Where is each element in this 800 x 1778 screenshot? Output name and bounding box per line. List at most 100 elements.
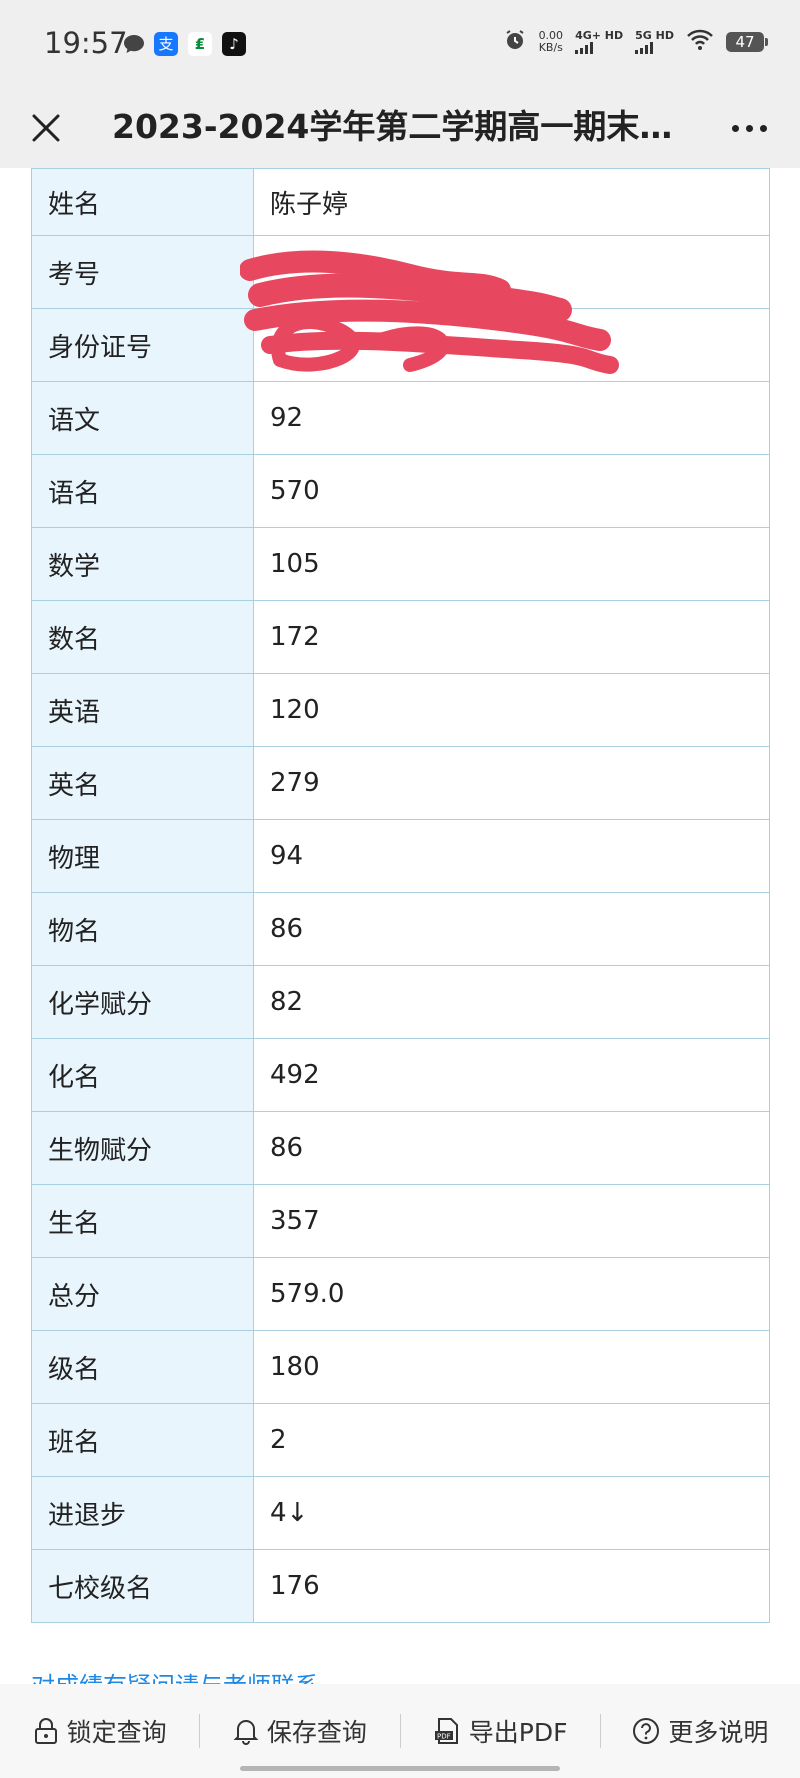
table-row: 物理 94: [31, 819, 770, 893]
status-right: 0.00 KB/s 4G+ HD 5G HD 47: [503, 28, 768, 56]
row-value: 86: [253, 1111, 770, 1185]
row-label: 生物赋分: [31, 1111, 254, 1185]
row-value: 579.0: [253, 1257, 770, 1331]
alipay-icon: 支: [154, 32, 178, 56]
row-value: 82: [253, 965, 770, 1039]
home-indicator[interactable]: [240, 1766, 560, 1771]
signal-bars-icon: [575, 42, 623, 54]
lock-icon: [34, 1718, 57, 1744]
close-button[interactable]: [24, 106, 68, 150]
signal-1-label: 4G+ HD: [575, 29, 624, 42]
row-label: 姓名: [31, 168, 254, 236]
row-value: 94: [253, 819, 770, 893]
bell-icon: [233, 1720, 259, 1745]
row-label: 数学: [31, 527, 254, 601]
battery-level: 47: [735, 33, 755, 51]
row-label: 身份证号: [31, 308, 254, 382]
row-value: 86: [253, 892, 770, 966]
table-row: 班名 2: [31, 1403, 770, 1477]
table-row: 身份证号: [31, 308, 770, 382]
table-row: 七校级名 176: [31, 1549, 770, 1623]
row-value: 陈子婷: [253, 168, 770, 236]
pdf-icon: PDF: [434, 1718, 458, 1744]
row-label: 英语: [31, 673, 254, 747]
save-query-label: 保存查询: [266, 1718, 367, 1747]
more-dot-icon: [760, 124, 767, 132]
row-value: 120: [253, 673, 770, 747]
table-row: 进退步 4↓: [31, 1476, 770, 1550]
signal-2-label: 5G HD: [635, 29, 674, 42]
row-label: 语名: [31, 454, 254, 528]
row-label: 总分: [31, 1257, 254, 1331]
row-label: 进退步: [31, 1476, 254, 1550]
table-row: 语文 92: [31, 381, 770, 455]
table-row: 英名 279: [31, 746, 770, 820]
table-row: 生名 357: [31, 1184, 770, 1258]
save-query-button[interactable]: 保存查询: [200, 1706, 399, 1756]
row-label: 七校级名: [31, 1549, 254, 1623]
status-bar: 19:57 支 ₤ ♪ 0.00 KB/s 4G+ HD 5G HD 47: [0, 0, 800, 88]
lock-query-button[interactable]: 锁定查询: [0, 1706, 199, 1756]
row-value: 105: [253, 527, 770, 601]
row-value: 92: [253, 381, 770, 455]
table-row: 姓名 陈子婷: [31, 168, 770, 236]
tiktok-icon: ♪: [222, 32, 246, 56]
table-row: 生物赋分 86: [31, 1111, 770, 1185]
table-row: 考号: [31, 235, 770, 309]
battery-icon: 47: [726, 32, 768, 52]
help-label: 更多说明: [668, 1718, 769, 1747]
lock-query-label: 锁定查询: [66, 1718, 167, 1747]
score-table: 姓名 陈子婷 考号 身份证号 语文 92 语名 570 数学 105 数名 172 英语 120 英名 279…: [31, 168, 770, 1623]
row-value: 570: [253, 454, 770, 528]
close-icon: [32, 114, 60, 142]
svg-text:PDF: PDF: [437, 1733, 451, 1741]
signal-1: 4G+ HD: [575, 30, 623, 54]
row-label: 物名: [31, 892, 254, 966]
table-row: 级名 180: [31, 1330, 770, 1404]
row-label: 化学赋分: [31, 965, 254, 1039]
export-pdf-button[interactable]: PDF 导出PDF: [401, 1706, 600, 1756]
message-icon: [122, 32, 146, 56]
more-options-button[interactable]: [732, 118, 772, 138]
signal-bars-icon: [635, 42, 674, 54]
status-time: 19:57: [44, 26, 128, 60]
net-speed-unit: KB/s: [538, 41, 563, 54]
table-row: 数学 105: [31, 527, 770, 601]
table-row: 英语 120: [31, 673, 770, 747]
row-value: 4↓: [253, 1476, 770, 1550]
row-value: [253, 235, 770, 309]
row-label: 级名: [31, 1330, 254, 1404]
row-value: 2: [253, 1403, 770, 1477]
row-label: 语文: [31, 381, 254, 455]
row-label: 物理: [31, 819, 254, 893]
row-value: 180: [253, 1330, 770, 1404]
bottom-toolbar: 锁定查询 保存查询 PDF 导出PDF 更多说明: [0, 1684, 800, 1778]
export-pdf-label: 导出PDF: [468, 1718, 568, 1747]
net-speed: 0.00 KB/s: [539, 30, 564, 54]
row-value: 357: [253, 1184, 770, 1258]
row-value: 172: [253, 600, 770, 674]
row-label: 考号: [31, 235, 254, 309]
table-row: 化学赋分 82: [31, 965, 770, 1039]
table-row: 数名 172: [31, 600, 770, 674]
table-row: 化名 492: [31, 1038, 770, 1112]
help-button[interactable]: 更多说明: [601, 1706, 800, 1756]
row-label: 数名: [31, 600, 254, 674]
row-label: 班名: [31, 1403, 254, 1477]
wifi-icon: [686, 29, 714, 55]
more-dot-icon: [746, 124, 753, 132]
row-label: 生名: [31, 1184, 254, 1258]
row-label: 英名: [31, 746, 254, 820]
more-dot-icon: [732, 124, 739, 132]
alarm-icon: [503, 28, 527, 56]
page-title: 2023-2024学年第二学期高一期末…: [112, 107, 672, 146]
row-value: 492: [253, 1038, 770, 1112]
green-app-icon: ₤: [188, 32, 212, 56]
row-value: [253, 308, 770, 382]
row-value: 176: [253, 1549, 770, 1623]
table-row: 总分 579.0: [31, 1257, 770, 1331]
help-icon: [633, 1718, 660, 1744]
title-bar: 2023-2024学年第二学期高一期末…: [0, 88, 800, 168]
signal-2: 5G HD: [635, 30, 674, 54]
row-label: 化名: [31, 1038, 254, 1112]
